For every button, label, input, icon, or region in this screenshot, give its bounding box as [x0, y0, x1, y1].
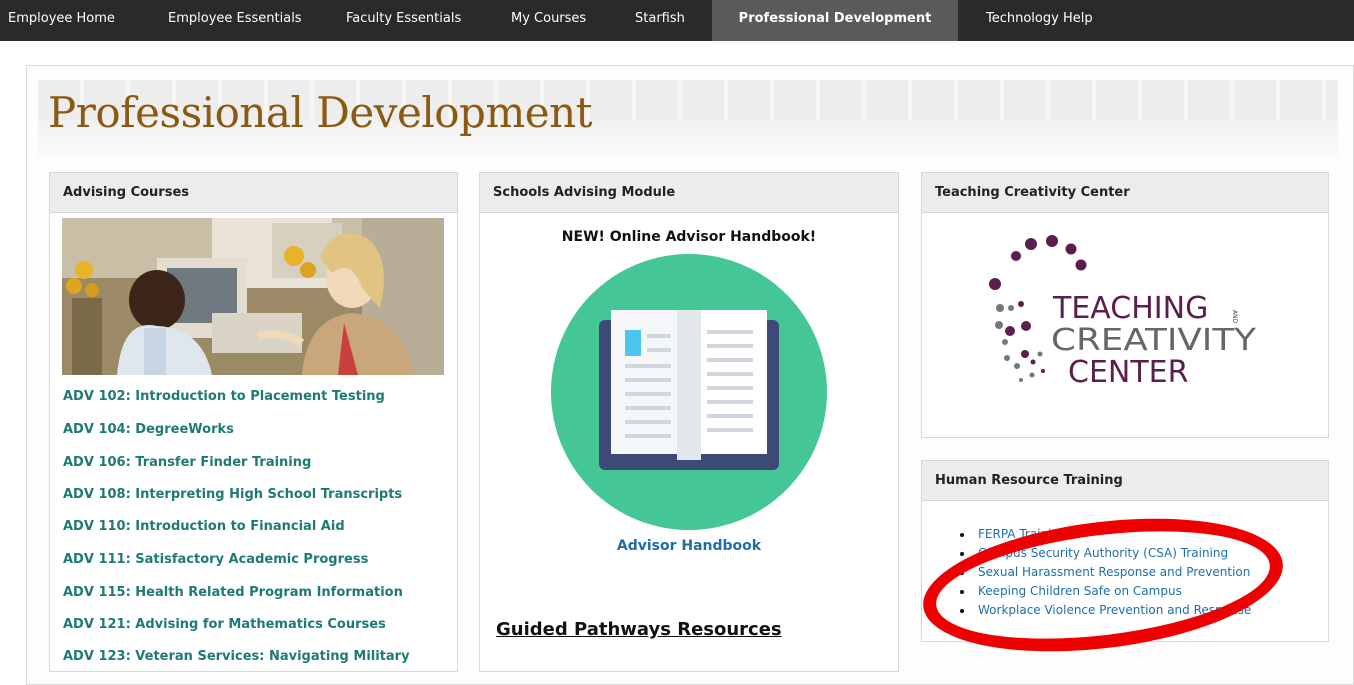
course-link-adv-104[interactable]: ADV 104: DegreeWorks: [63, 422, 234, 437]
logo-and: AND: [1231, 310, 1238, 324]
nav-starfish[interactable]: Starfish: [625, 0, 695, 41]
nav-faculty-essentials[interactable]: Faculty Essentials: [336, 0, 471, 41]
top-navigation-bar: Employee Home Employee Essentials Facult…: [0, 0, 1354, 41]
hr-link-sexual-harassment[interactable]: Sexual Harassment Response and Preventio…: [960, 563, 1251, 582]
tcc-logo-graphic: TEACHING AND CREATIVITY CENTER: [989, 235, 1257, 390]
guided-pathways-heading[interactable]: Guided Pathways Resources: [496, 619, 782, 640]
course-link-adv-108[interactable]: ADV 108: Interpreting High School Transc…: [63, 487, 402, 502]
course-link-adv-110[interactable]: ADV 110: Introduction to Financial Aid: [63, 519, 345, 534]
course-link-adv-106[interactable]: ADV 106: Transfer Finder Training: [63, 455, 311, 470]
nav-technology-help[interactable]: Technology Help: [976, 0, 1103, 41]
nav-professional-development[interactable]: Professional Development: [712, 0, 958, 41]
nav-employee-essentials[interactable]: Employee Essentials: [158, 0, 312, 41]
book-icon[interactable]: [551, 254, 827, 530]
hr-link-workplace-violence[interactable]: Workplace Violence Prevention and Respon…: [960, 601, 1251, 620]
nav-employee-home[interactable]: Employee Home: [0, 0, 125, 41]
handbook-heading: NEW! Online Advisor Handbook!: [561, 229, 817, 245]
course-link-adv-102[interactable]: ADV 102: Introduction to Placement Testi…: [63, 389, 385, 404]
advisor-handbook-link[interactable]: Advisor Handbook: [479, 538, 899, 554]
course-link-adv-111[interactable]: ADV 111: Satisfactory Academic Progress: [63, 552, 368, 567]
schools-advising-title: Schools Advising Module: [480, 173, 898, 213]
advising-courses-title: Advising Courses: [50, 173, 457, 213]
advising-photo-illustration: [62, 218, 444, 375]
hr-link-csa[interactable]: Campus Security Authority (CSA) Training: [960, 544, 1251, 563]
advising-photo: [62, 218, 444, 375]
logo-line3: CENTER: [1068, 355, 1188, 390]
page-title: Professional Development: [48, 88, 593, 137]
logo-line1: TEACHING: [1052, 291, 1208, 326]
logo-line2: CREATIVITY: [1051, 323, 1257, 358]
teaching-creativity-logo[interactable]: TEACHING AND CREATIVITY CENTER: [985, 232, 1260, 392]
hr-training-title: Human Resource Training: [922, 461, 1328, 501]
course-link-adv-115[interactable]: ADV 115: Health Related Program Informat…: [63, 585, 403, 600]
hr-link-children-safe[interactable]: Keeping Children Safe on Campus: [960, 582, 1251, 601]
hr-link-ferpa[interactable]: FERPA Training: [960, 525, 1251, 544]
nav-my-courses[interactable]: My Courses: [501, 0, 596, 41]
book-icon-graphic: [551, 254, 827, 530]
hr-training-list: FERPA Training Campus Security Authority…: [960, 525, 1251, 620]
course-link-adv-121[interactable]: ADV 121: Advising for Mathematics Course…: [63, 617, 386, 632]
teaching-creativity-title: Teaching Creativity Center: [922, 173, 1328, 213]
